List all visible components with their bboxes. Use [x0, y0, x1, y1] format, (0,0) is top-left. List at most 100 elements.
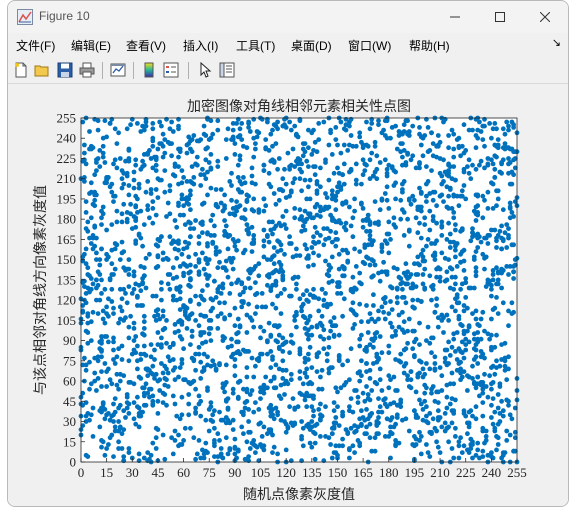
scatter-point [338, 385, 344, 391]
scatter-point [140, 243, 146, 249]
scatter-point [140, 158, 146, 164]
scatter-point [324, 304, 330, 310]
scatter-point [369, 150, 375, 156]
edit-plot-button[interactable] [195, 60, 215, 80]
scatter-point [435, 444, 441, 450]
save-button[interactable] [55, 60, 75, 80]
scatter-point [511, 269, 516, 275]
scatter-point [117, 257, 123, 262]
scatter-point [475, 330, 481, 335]
menu-desktop[interactable]: 桌面(D) [291, 37, 332, 54]
scatter-point [480, 400, 486, 405]
minimize-button[interactable] [432, 1, 478, 33]
scatter-point [473, 145, 479, 151]
insert-legend-button[interactable] [161, 60, 181, 80]
scatter-point [357, 336, 363, 342]
scatter-point [215, 127, 221, 133]
scatter-point [362, 417, 368, 423]
scatter-point [331, 315, 337, 321]
scatter-point [237, 351, 243, 357]
scatter-point [189, 164, 195, 169]
scatter-point [191, 435, 197, 441]
scatter-point [406, 243, 412, 249]
scatter-point [100, 211, 106, 217]
scatter-point [504, 245, 510, 250]
scatter-point [133, 350, 139, 356]
scatter-point [210, 412, 216, 418]
scatter-point [247, 285, 253, 291]
scatter-point [124, 300, 130, 306]
scatter-point [170, 265, 176, 271]
scatter-point [83, 210, 89, 215]
link-plot-button[interactable] [108, 60, 128, 80]
property-inspector-button[interactable] [217, 60, 237, 80]
scatter-point [205, 230, 210, 236]
scatter-point [111, 193, 116, 199]
scatter-point [237, 157, 243, 163]
dock-arrow-icon[interactable]: ↘ [552, 36, 561, 49]
menu-file[interactable]: 文件(F) [16, 37, 55, 54]
scatter-point [389, 324, 395, 330]
scatter-point [323, 291, 328, 296]
scatter-point [200, 219, 205, 225]
maximize-button[interactable] [477, 1, 523, 33]
scatter-point [251, 196, 257, 202]
scatter-point [87, 146, 92, 152]
menu-view[interactable]: 查看(V) [126, 37, 166, 54]
scatter-point [418, 142, 424, 148]
scatter-point [412, 261, 417, 267]
scatter-point [393, 169, 398, 175]
scatter-point [167, 211, 173, 217]
scatter-point [388, 237, 393, 242]
scatter-point [294, 131, 299, 137]
scatter-point [377, 278, 383, 284]
scatter-point [215, 204, 221, 210]
open-file-button[interactable] [32, 60, 52, 80]
scatter-point [189, 328, 195, 334]
insert-colorbar-button[interactable] [139, 60, 159, 80]
menu-window[interactable]: 窗口(W) [348, 37, 391, 54]
scatter-point [418, 235, 424, 241]
menu-edit[interactable]: 编辑(E) [71, 37, 111, 54]
scatter-point [499, 285, 504, 291]
scatter-point [444, 394, 450, 400]
scatter-point [362, 161, 368, 167]
scatter-point [299, 308, 304, 314]
scatter-point [483, 254, 489, 260]
toolbar-separator [102, 62, 103, 79]
scatter-point [145, 203, 151, 209]
scatter-point [229, 170, 234, 176]
close-button[interactable] [522, 1, 568, 33]
scatter-point [266, 219, 272, 225]
menu-help[interactable]: 帮助(H) [409, 37, 450, 54]
scatter-point [376, 270, 381, 276]
scatter-plot[interactable]: 0 15 30 45 60 75 90 105 120 135 150 165 180 195 210 225… [8, 84, 568, 506]
scatter-point [511, 125, 516, 130]
scatter-point [223, 156, 229, 161]
menu-tools[interactable]: 工具(T) [236, 37, 275, 54]
scatter-point [306, 264, 311, 269]
scatter-point [141, 319, 147, 325]
print-button[interactable] [77, 60, 97, 80]
scatter-point [365, 392, 371, 397]
scatter-point [424, 164, 429, 169]
scatter-point [446, 339, 451, 345]
scatter-point [379, 388, 385, 393]
scatter-point [294, 253, 299, 258]
scatter-point [131, 169, 137, 175]
scatter-point [406, 428, 412, 434]
title-bar[interactable]: Figure 10 [8, 1, 568, 33]
scatter-point [341, 142, 347, 148]
scatter-point [205, 145, 210, 151]
scatter-point [126, 148, 132, 153]
menu-insert[interactable]: 插入(I) [183, 37, 218, 54]
scatter-point [502, 141, 508, 146]
new-figure-button[interactable] [11, 60, 31, 80]
scatter-point [200, 369, 205, 374]
scatter-point [422, 133, 428, 138]
scatter-point [343, 220, 349, 226]
scatter-point [477, 323, 482, 329]
scatter-point [393, 328, 398, 334]
scatter-point [87, 359, 92, 365]
scatter-point [259, 291, 265, 296]
